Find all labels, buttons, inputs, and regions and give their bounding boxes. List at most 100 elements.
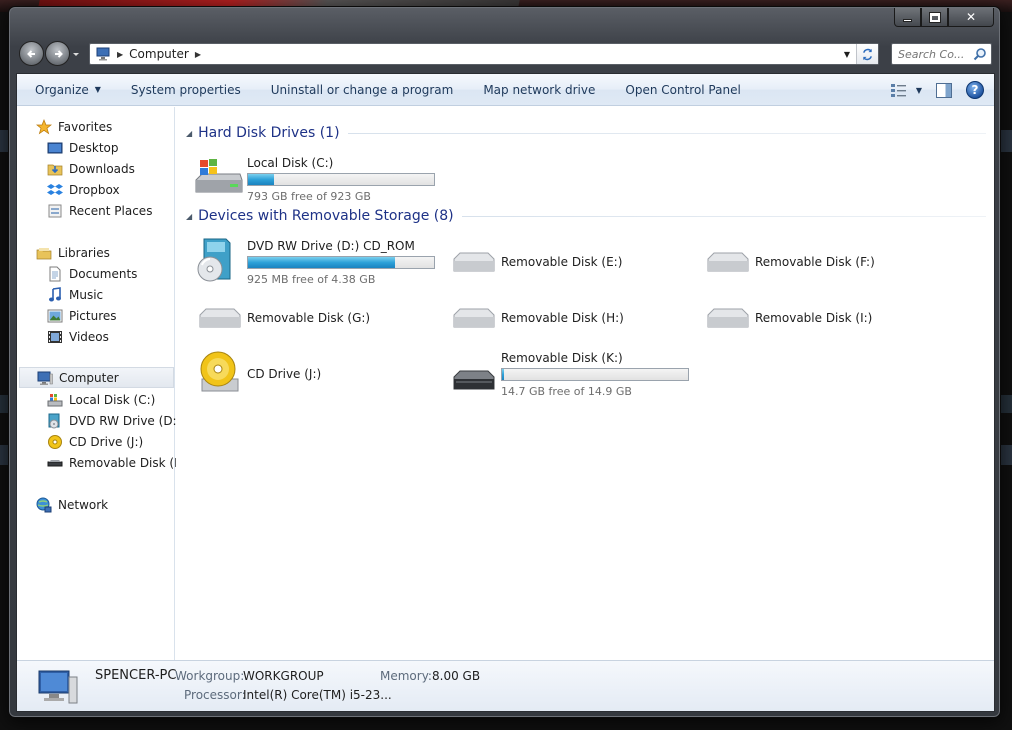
search-input[interactable] bbox=[898, 47, 974, 61]
removable-drive-icon bbox=[453, 252, 495, 272]
search-box[interactable] bbox=[891, 43, 992, 65]
sidebar-item-label: Recent Places bbox=[69, 203, 153, 218]
open-control-panel-button[interactable]: Open Control Panel bbox=[610, 74, 755, 105]
sidebar-item-label: Computer bbox=[59, 370, 119, 385]
sidebar-item-pictures[interactable]: Pictures bbox=[17, 305, 117, 326]
sidebar-item-downloads[interactable]: Downloads bbox=[17, 158, 135, 179]
map-network-drive-button[interactable]: Map network drive bbox=[468, 74, 610, 105]
dvd-drive-icon bbox=[197, 238, 231, 282]
group-title: Hard Disk Drives (1) bbox=[198, 125, 340, 141]
navigation-bar: ▶ Computer ▶ ▼ bbox=[17, 41, 994, 67]
recent-pages-dropdown[interactable] bbox=[72, 49, 80, 59]
breadcrumb-computer[interactable]: Computer bbox=[129, 47, 189, 61]
processor-value: Intel(R) Core(TM) i5-23... bbox=[243, 688, 392, 702]
collapse-triangle-icon[interactable]: ◢ bbox=[186, 129, 192, 138]
drive-tile-local-disk-c[interactable]: Local Disk (C:) 793 GB free of 923 GB bbox=[194, 150, 444, 204]
star-icon bbox=[36, 118, 52, 135]
sidebar-item-cd-drive-j[interactable]: CD Drive (J:) bbox=[17, 431, 143, 452]
drive-name: Local Disk (C:) bbox=[247, 156, 334, 170]
drive-name: Removable Disk (K:) bbox=[501, 351, 623, 365]
minimize-button[interactable] bbox=[894, 8, 921, 27]
drive-free-space: 925 MB free of 4.38 GB bbox=[247, 273, 376, 286]
back-arrow-icon bbox=[26, 49, 35, 58]
sidebar-item-libraries[interactable]: Libraries bbox=[17, 242, 110, 263]
removable-drive-icon bbox=[707, 308, 749, 328]
breadcrumb-separator-icon[interactable]: ▶ bbox=[195, 50, 201, 59]
removable-drive-icon bbox=[707, 252, 749, 272]
drive-name: Removable Disk (F:) bbox=[755, 255, 875, 269]
processor-label: Processor: bbox=[184, 688, 246, 702]
recent-places-icon bbox=[47, 203, 63, 219]
documents-icon bbox=[47, 266, 63, 282]
maximize-button[interactable] bbox=[921, 8, 948, 27]
sidebar-item-label: Music bbox=[69, 287, 104, 302]
collapse-triangle-icon[interactable]: ◢ bbox=[186, 212, 192, 221]
downloads-folder-icon bbox=[47, 161, 63, 177]
drive-tile-removable-e[interactable]: Removable Disk (E:) bbox=[448, 233, 698, 287]
sidebar-item-computer[interactable]: Computer bbox=[19, 367, 174, 388]
drives-content-pane: ◢ Hard Disk Drives (1) Local Disk (C:) 7… bbox=[176, 107, 994, 660]
system-properties-button[interactable]: System properties bbox=[116, 74, 256, 105]
explorer-window: ✕ ▶ Computer ▶ ▼ Search Co... Organize ▼… bbox=[8, 6, 1001, 718]
drive-tile-dvd-rw-d[interactable]: DVD RW Drive (D:) CD_ROM 925 MB free of … bbox=[194, 233, 444, 287]
drive-usage-fill bbox=[248, 257, 395, 268]
group-header-hard-disks[interactable]: ◢ Hard Disk Drives (1) bbox=[186, 124, 986, 142]
computer-icon bbox=[37, 370, 53, 386]
sidebar-item-videos[interactable]: Videos bbox=[17, 326, 109, 347]
hard-drive-windows-icon bbox=[195, 159, 243, 193]
back-button[interactable] bbox=[19, 41, 44, 66]
drive-name: CD Drive (J:) bbox=[247, 367, 322, 381]
sidebar-item-dropbox[interactable]: Dropbox bbox=[17, 179, 120, 200]
group-divider bbox=[461, 215, 986, 217]
sidebar-item-desktop[interactable]: Desktop bbox=[17, 137, 119, 158]
sidebar-item-network[interactable]: Network bbox=[17, 494, 108, 515]
forward-button[interactable] bbox=[45, 41, 70, 66]
sidebar-item-removable-disk-k[interactable]: Removable Disk (K:) bbox=[17, 452, 191, 473]
drive-tile-removable-i[interactable]: Removable Disk (I:) bbox=[702, 289, 952, 343]
refresh-button[interactable] bbox=[856, 44, 878, 64]
sidebar-item-label: Removable Disk (K:) bbox=[69, 455, 191, 470]
breadcrumb-separator-icon[interactable]: ▶ bbox=[117, 50, 123, 59]
dropbox-icon bbox=[47, 182, 63, 198]
search-icon[interactable] bbox=[973, 47, 987, 61]
details-pane: SPENCER-PC Workgroup: WORKGROUP Memory: … bbox=[17, 660, 994, 711]
sidebar-item-documents[interactable]: Documents bbox=[17, 263, 137, 284]
sidebar-item-recent-places[interactable]: Recent Places bbox=[17, 200, 152, 221]
drive-tile-removable-g[interactable]: Removable Disk (G:) bbox=[194, 289, 444, 343]
sidebar-item-music[interactable]: Music bbox=[17, 284, 103, 305]
drive-usage-bar bbox=[247, 173, 435, 186]
change-view-button[interactable]: ▼ bbox=[890, 82, 922, 98]
removable-drive-icon bbox=[453, 370, 495, 390]
drive-free-space: 14.7 GB free of 14.9 GB bbox=[501, 385, 632, 398]
preview-pane-button[interactable] bbox=[936, 82, 952, 98]
sidebar-item-label: Videos bbox=[69, 329, 109, 344]
cd-drive-icon bbox=[47, 434, 63, 450]
drive-tile-removable-h[interactable]: Removable Disk (H:) bbox=[448, 289, 698, 343]
uninstall-program-button[interactable]: Uninstall or change a program bbox=[256, 74, 469, 105]
group-title: Devices with Removable Storage (8) bbox=[198, 208, 454, 224]
group-header-removable-storage[interactable]: ◢ Devices with Removable Storage (8) bbox=[186, 207, 986, 225]
chevron-down-icon: ▼ bbox=[94, 85, 101, 94]
drive-usage-fill bbox=[502, 369, 504, 380]
drive-usage-bar bbox=[501, 368, 689, 381]
drive-usage-fill bbox=[248, 174, 275, 185]
help-button[interactable]: ? bbox=[966, 81, 984, 99]
close-button[interactable]: ✕ bbox=[948, 8, 994, 27]
drive-tile-removable-f[interactable]: Removable Disk (F:) bbox=[702, 233, 952, 287]
computer-icon bbox=[38, 670, 78, 704]
sidebar-item-favorites[interactable]: Favorites bbox=[17, 116, 112, 137]
help-icon: ? bbox=[971, 83, 979, 97]
music-note-icon bbox=[47, 286, 63, 303]
organize-menu-button[interactable]: Organize ▼ bbox=[17, 74, 116, 105]
view-controls: ▼ ? bbox=[890, 74, 984, 106]
sidebar-item-local-disk-c[interactable]: Local Disk (C:) bbox=[17, 389, 155, 410]
memory-label: Memory: bbox=[380, 669, 432, 683]
cd-drive-icon bbox=[200, 351, 239, 392]
address-bar[interactable]: ▶ Computer ▶ ▼ bbox=[89, 43, 879, 65]
refresh-icon bbox=[863, 48, 872, 60]
drive-tile-cd-drive-j[interactable]: CD Drive (J:) bbox=[194, 345, 444, 399]
dvd-drive-icon bbox=[47, 413, 63, 429]
sidebar-item-dvd-drive-d[interactable]: DVD RW Drive (D:) C bbox=[17, 410, 193, 431]
address-dropdown-icon[interactable]: ▼ bbox=[840, 47, 854, 61]
drive-tile-removable-k[interactable]: Removable Disk (K:) 14.7 GB free of 14.9… bbox=[448, 345, 698, 399]
